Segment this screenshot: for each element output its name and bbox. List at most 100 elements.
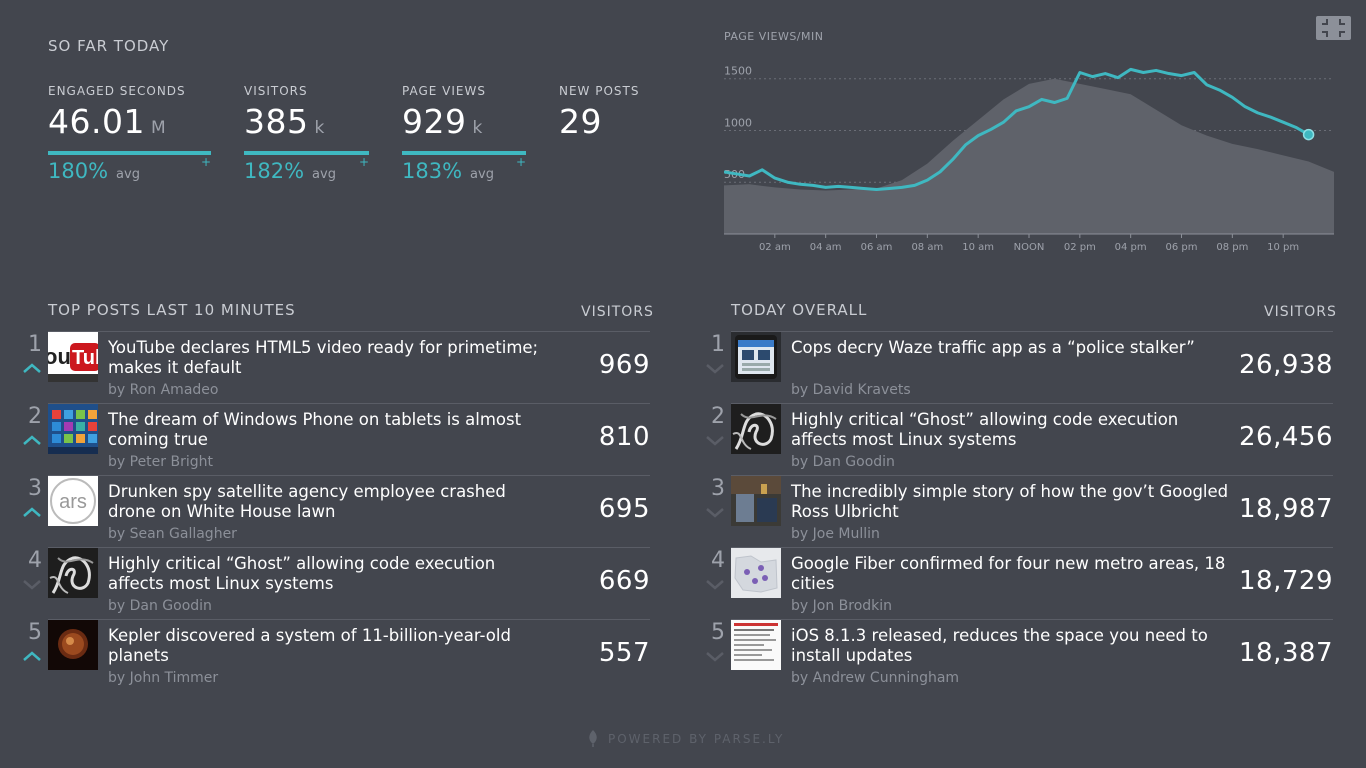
- plus-icon: +: [358, 155, 369, 169]
- stat-new-posts: NEW POSTS 29: [559, 84, 659, 142]
- post-author: by Ron Amadeo: [108, 382, 219, 398]
- post-thumbnail[interactable]: [731, 404, 781, 454]
- visitor-count: 18,729: [1239, 566, 1333, 596]
- trend-down-icon: [706, 508, 724, 518]
- so-far-today-title: SO FAR TODAY: [48, 37, 170, 55]
- stat-visitors: VISITORS 385 k 182% avg +: [244, 84, 369, 183]
- post-thumbnail[interactable]: ars: [48, 476, 98, 526]
- stat-percent: 180%: [48, 159, 109, 183]
- today-overall-title: TODAY OVERALL: [731, 301, 868, 319]
- post-row[interactable]: 3 The incredibly simple story of how the …: [706, 475, 1333, 547]
- page-views-chart: PAGE VIEWS/MIN 500 1000 1500 02 am 04 am 06 a…: [724, 28, 1336, 260]
- stat-value: 29: [559, 102, 602, 141]
- post-title-link[interactable]: Cops decry Waze traffic app as a “police…: [791, 338, 1231, 358]
- x-tick-label: 06 am: [861, 242, 893, 253]
- post-thumbnail[interactable]: [731, 476, 781, 526]
- svg-text:ars: ars: [59, 491, 87, 513]
- post-row[interactable]: 3 ars Drunken spy satellite agency employe…: [23, 475, 650, 547]
- post-title-link[interactable]: The incredibly simple story of how the g…: [791, 482, 1231, 522]
- post-title-link[interactable]: Google Fiber confirmed for four new metr…: [791, 554, 1231, 594]
- stat-page-views: PAGE VIEWS 929 k 183% avg +: [402, 84, 526, 183]
- post-title-link[interactable]: Drunken spy satellite agency employee cr…: [108, 482, 548, 522]
- stat-avg-label: avg: [312, 167, 336, 182]
- rank-number: 1: [28, 332, 42, 357]
- visitor-count: 26,938: [1239, 350, 1333, 380]
- stat-percent: 183%: [402, 159, 463, 183]
- visitor-count: 669: [598, 566, 650, 596]
- visitor-count: 18,987: [1239, 494, 1333, 524]
- post-thumbnail[interactable]: ouTub: [48, 332, 98, 382]
- post-title-link[interactable]: Kepler discovered a system of 11-billion…: [108, 626, 548, 666]
- post-title-link[interactable]: iOS 8.1.3 released, reduces the space yo…: [791, 626, 1231, 666]
- post-thumbnail[interactable]: [731, 620, 781, 670]
- rank-number: 3: [711, 476, 725, 501]
- svg-text:Tub: Tub: [72, 347, 98, 369]
- post-thumbnail[interactable]: [48, 404, 98, 454]
- post-row[interactable]: 1ouTubYouTube declares HTML5 video ready…: [23, 331, 650, 403]
- rank-number: 3: [28, 476, 42, 501]
- post-author: by Jon Brodkin: [791, 598, 893, 614]
- post-row[interactable]: 5 Kepler discovered a system of 11-billio…: [23, 619, 650, 691]
- rank-number: 5: [28, 620, 42, 645]
- post-thumbnail[interactable]: [48, 620, 98, 670]
- rank-number: 2: [711, 404, 725, 429]
- trend-up-icon: [23, 363, 41, 373]
- parsely-leaf-icon: [589, 730, 597, 747]
- x-tick-label: 10 pm: [1267, 242, 1299, 253]
- visitor-count: 18,387: [1239, 638, 1333, 668]
- current-point-marker: [1302, 128, 1315, 141]
- visitors-column-header: VISITORS: [581, 304, 654, 320]
- post-thumbnail[interactable]: [731, 548, 781, 598]
- trend-down-icon: [706, 436, 724, 446]
- fullscreen-button[interactable]: [1316, 16, 1351, 40]
- post-title-link[interactable]: Highly critical “Ghost” allowing code ex…: [108, 554, 548, 594]
- post-author: by Joe Mullin: [791, 526, 880, 542]
- chart-plot: 5001000150002 am 04 am 06 am 08 am 10 am NOON…: [724, 65, 1334, 253]
- post-author: by Dan Goodin: [791, 454, 895, 470]
- post-row[interactable]: 4 Highly critical “Ghost” allowing code e…: [23, 547, 650, 619]
- post-thumbnail[interactable]: [731, 332, 781, 382]
- rank-number: 1: [711, 332, 725, 357]
- rank-number: 4: [711, 548, 725, 573]
- post-author: by Peter Bright: [108, 454, 213, 470]
- post-title-link[interactable]: Highly critical “Ghost” allowing code ex…: [791, 410, 1231, 450]
- visitor-count: 557: [598, 638, 650, 668]
- post-author: by Andrew Cunningham: [791, 670, 960, 686]
- post-thumbnail[interactable]: [48, 548, 98, 598]
- x-tick-label: 02 am: [759, 242, 791, 253]
- post-title-link[interactable]: The dream of Windows Phone on tablets is…: [108, 410, 548, 450]
- post-row[interactable]: 2 The dream of Windows Phone on tablets i…: [23, 403, 650, 475]
- stat-percent: 182%: [244, 159, 305, 183]
- svg-text:ou: ou: [48, 344, 71, 369]
- stat-value: 385 k: [244, 102, 325, 141]
- x-tick-label: 08 am: [911, 242, 943, 253]
- post-title-link[interactable]: YouTube declares HTML5 video ready for p…: [108, 338, 548, 378]
- stat-label: PAGE VIEWS: [402, 84, 486, 98]
- trend-up-icon: [23, 651, 41, 661]
- trend-down-icon: [706, 580, 724, 590]
- trend-up-icon: [23, 507, 41, 517]
- post-row[interactable]: 2 Highly critical “Ghost” allowing code e…: [706, 403, 1333, 475]
- x-tick-label: 10 am: [962, 242, 994, 253]
- powered-by-footer[interactable]: POWERED BY PARSE.LY: [584, 729, 784, 747]
- stat-label: NEW POSTS: [559, 84, 640, 98]
- post-row[interactable]: 5 iOS 8.1.3 released, reduces the space y…: [706, 619, 1333, 691]
- stat-progress-bar: [244, 151, 369, 155]
- fullscreen-icon: [1322, 19, 1345, 37]
- top-posts-list: 1ouTubYouTube declares HTML5 video ready…: [23, 331, 650, 691]
- post-row[interactable]: 4 Google Fiber confirmed for four new met…: [706, 547, 1333, 619]
- stat-label: VISITORS: [244, 84, 308, 98]
- post-author: by John Timmer: [108, 670, 219, 686]
- stat-avg-label: avg: [470, 167, 494, 182]
- stat-avg-label: avg: [116, 167, 140, 182]
- stat-progress-bar: [402, 151, 526, 155]
- visitors-column-header: VISITORS: [1264, 304, 1337, 320]
- y-tick-label: 1000: [724, 116, 752, 129]
- post-author: by David Kravets: [791, 382, 911, 398]
- post-row[interactable]: 1 Cops decry Waze traffic app as a “polic…: [706, 331, 1333, 403]
- visitor-count: 810: [598, 422, 650, 452]
- post-author: by Sean Gallagher: [108, 526, 237, 542]
- x-tick-label: NOON: [1014, 242, 1045, 253]
- x-tick-label: 06 pm: [1166, 242, 1198, 253]
- x-tick-label: 04 am: [810, 242, 842, 253]
